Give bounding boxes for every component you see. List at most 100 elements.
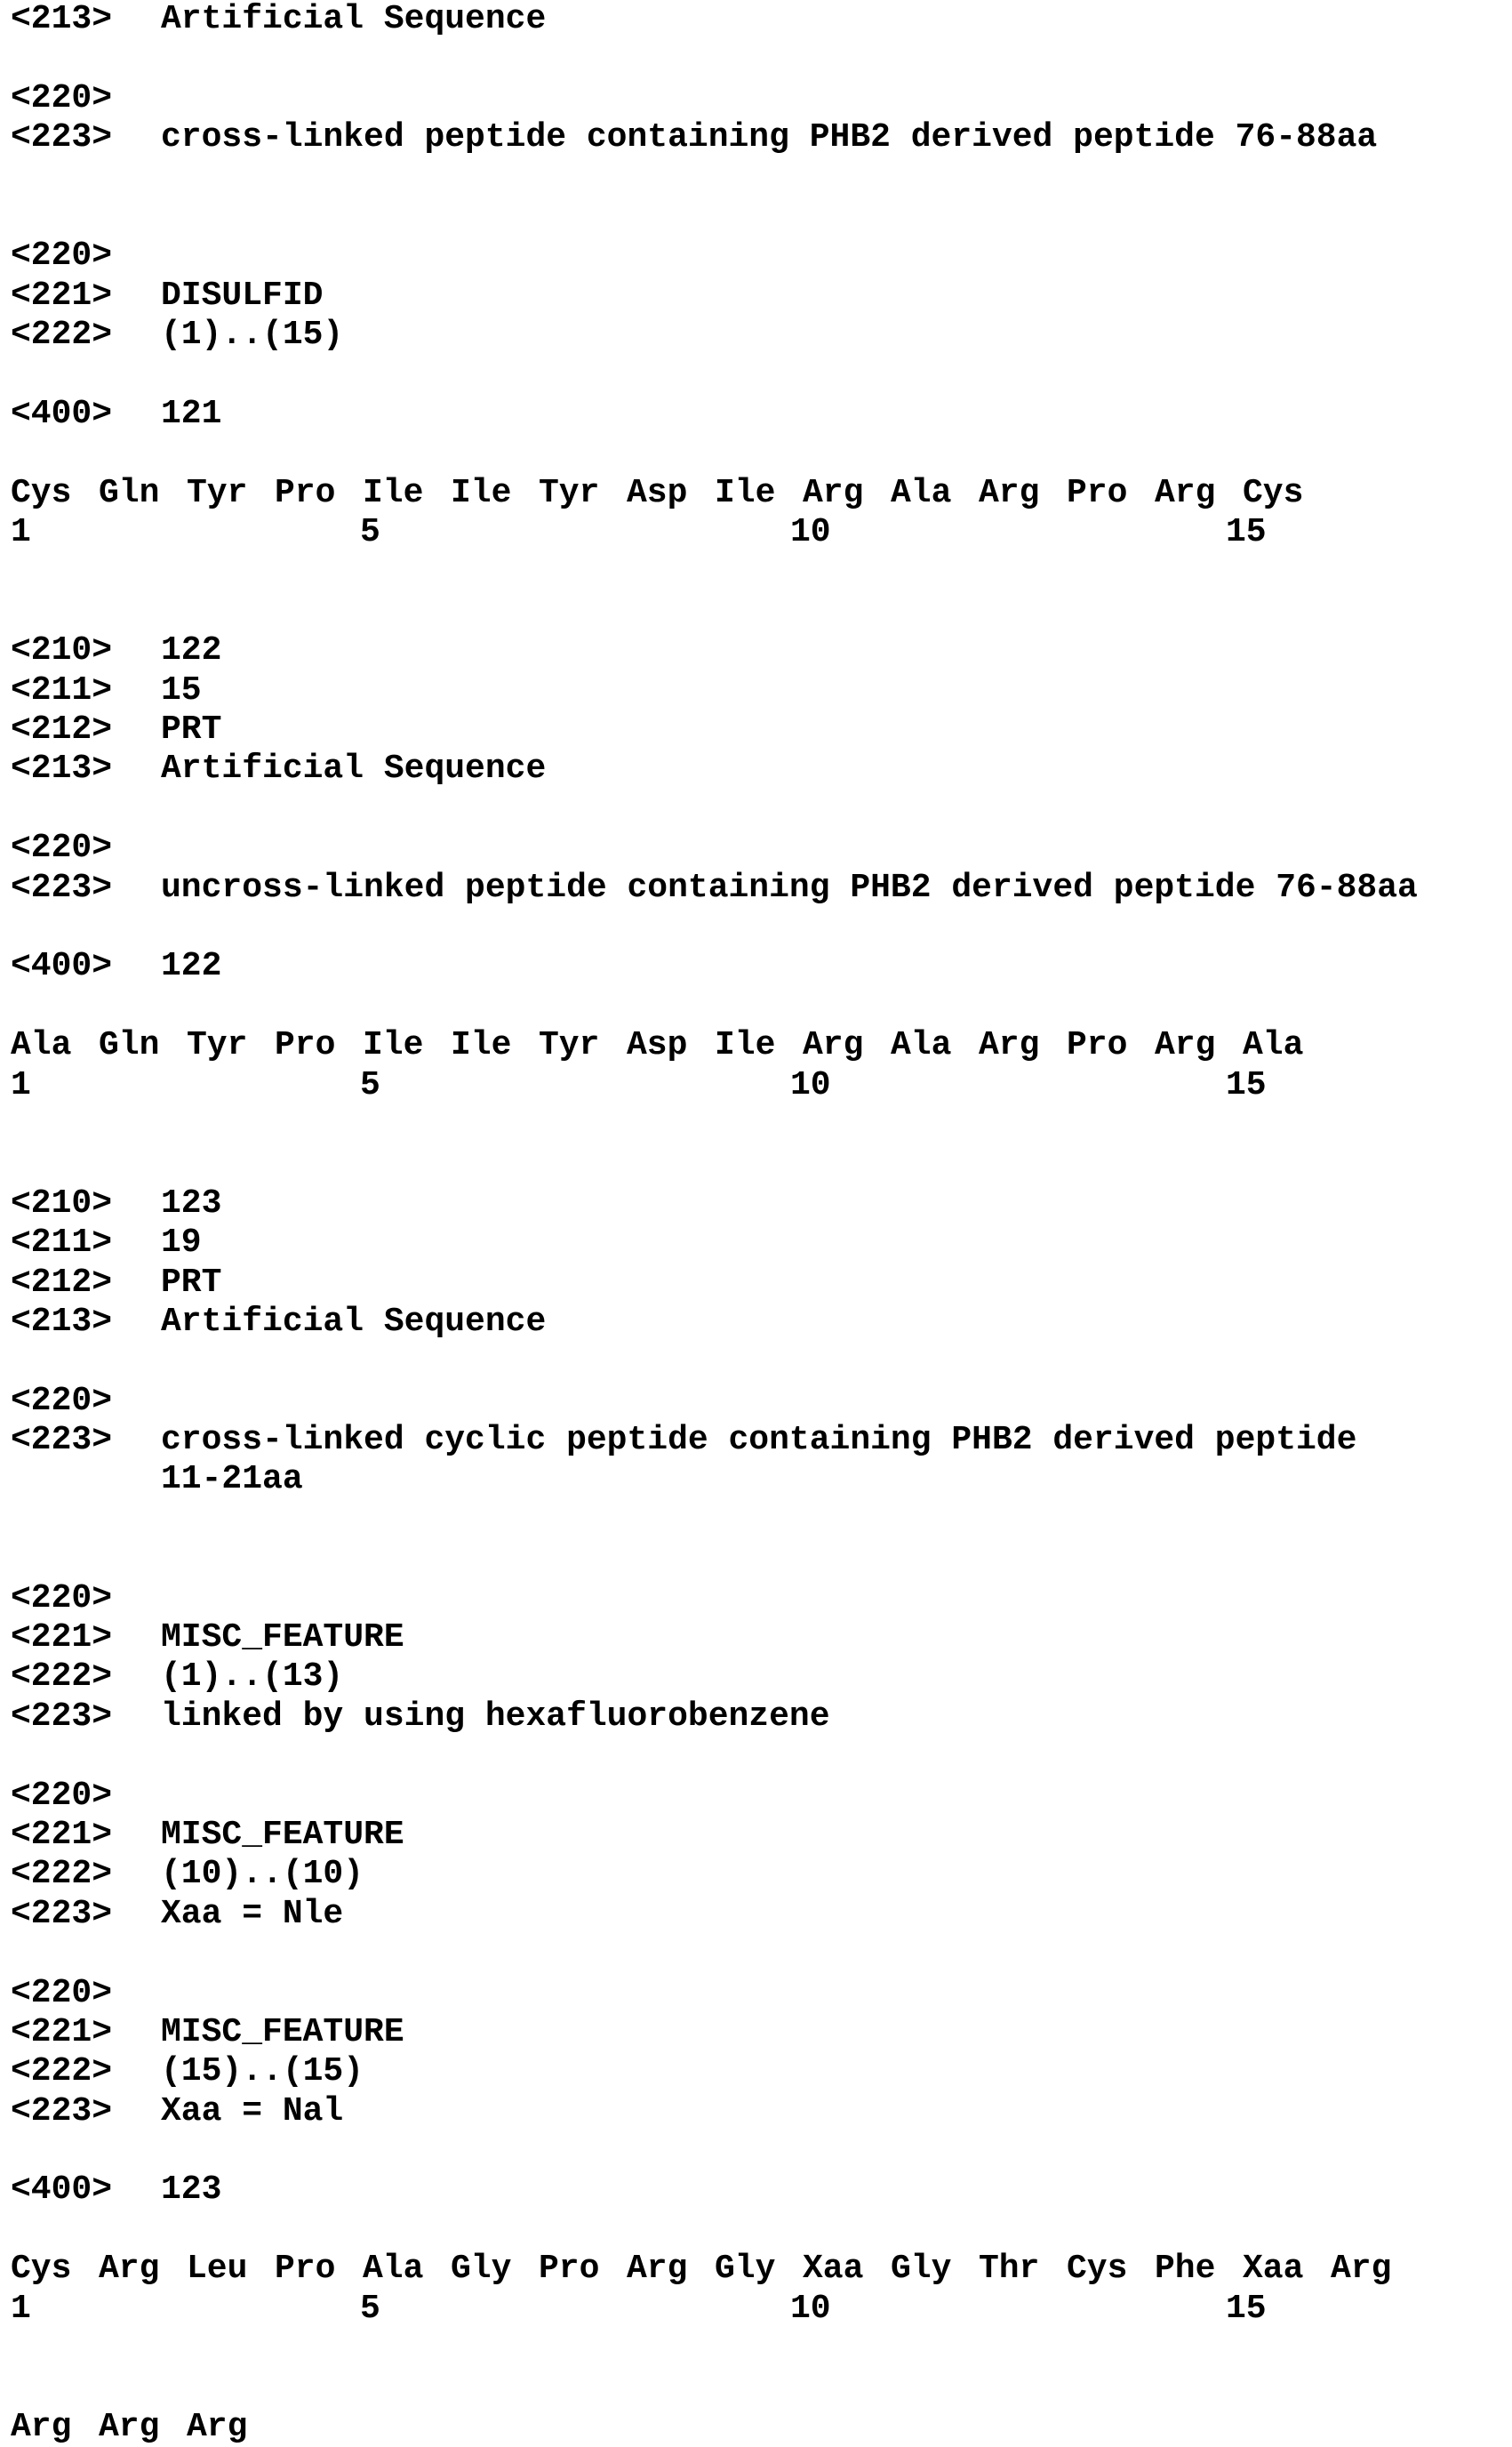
blank-line <box>11 1144 1504 1183</box>
residue: Xaa <box>803 2250 891 2289</box>
field-line: <220> <box>11 237 1504 276</box>
blank-line <box>11 158 1504 197</box>
field-line: <211>19 <box>11 1224 1504 1263</box>
residue: Asp <box>627 1026 715 1065</box>
field-value: MISC_FEATURE <box>161 1618 404 1657</box>
residue: Ile <box>363 1026 451 1065</box>
field-line: <213>Artificial Sequence <box>11 1303 1504 1342</box>
field-tag: <223> <box>11 118 112 157</box>
field-tag: <211> <box>11 671 112 710</box>
field-line: <222>(1)..(15) <box>11 316 1504 355</box>
field-value: (10)..(10) <box>161 1855 364 1894</box>
residue: Gly <box>715 2250 803 2289</box>
field-tag: <222> <box>11 1657 112 1697</box>
field-value: PRT <box>161 710 221 750</box>
field-line: <222> (10)..(10) <box>11 1855 1504 1894</box>
residue: Tyr <box>187 1026 275 1065</box>
field-line: <400> 122 <box>11 947 1504 986</box>
residue: Xaa <box>1243 2250 1331 2289</box>
field-tag: <213> <box>11 750 112 789</box>
residue: Ile <box>451 474 539 513</box>
sequence-line: AlaGlnTyrProIleIleTyrAspIleArgAlaArgProA… <box>11 1026 1504 1065</box>
field-line: <210>122 <box>11 631 1504 670</box>
residue: Arg <box>187 2408 275 2447</box>
field-tag: <223> <box>11 869 112 908</box>
field-line: <223> Xaa = Nle <box>11 1895 1504 1934</box>
field-value: Artificial Sequence <box>161 750 546 789</box>
sequence-line: CysGlnTyrProIleIleTyrAspIleArgAlaArgProA… <box>11 474 1504 513</box>
field-line: <213> Artificial Sequence <box>11 750 1504 789</box>
blank-line <box>11 1539 1504 1578</box>
field-value: 122 <box>161 631 221 670</box>
residue-number: 10 <box>790 513 831 552</box>
field-value: cross-linked cyclic peptide containing P… <box>161 1421 1356 1460</box>
blank-line <box>11 908 1504 947</box>
field-value: 122 <box>161 947 221 986</box>
field-tag: <221> <box>11 1618 112 1657</box>
residue: Ala <box>1243 1026 1331 1065</box>
blank-line <box>11 1737 1504 1776</box>
residue: Pro <box>275 1026 363 1065</box>
residue: Arg <box>1155 1026 1243 1065</box>
residue-number: 15 <box>1226 513 1267 552</box>
field-value: cross-linked peptide containing PHB2 der… <box>161 118 1377 157</box>
field-tag: <400> <box>11 2170 112 2210</box>
field-line: <400> 123 <box>11 2170 1504 2210</box>
field-value: (1)..(15) <box>161 316 343 355</box>
field-line: <211>15 <box>11 671 1504 710</box>
residue: Arg <box>979 1026 1067 1065</box>
residue: Arg <box>99 2250 187 2289</box>
residue: Gln <box>99 1026 187 1065</box>
field-tag: <223> <box>11 1895 112 1934</box>
field-line: <223>linked by using hexafluorobenzene <box>11 1697 1504 1737</box>
field-line: <223>Xaa = Nal <box>11 2092 1504 2131</box>
residue: Pro <box>275 2250 363 2289</box>
residue: Cys <box>11 474 99 513</box>
residue: Ala <box>891 1026 979 1065</box>
residue: Cys <box>1067 2250 1155 2289</box>
residue-number: 15 <box>1226 1066 1267 1105</box>
field-line: <221> MISC_FEATURE <box>11 1618 1504 1657</box>
field-line: <223> uncross-linked peptide containing P… <box>11 869 1504 908</box>
field-tag: <222> <box>11 1855 112 1894</box>
field-value: (1)..(13) <box>161 1657 343 1697</box>
residue: Arg <box>627 2250 715 2289</box>
field-line: <221> DISULFID <box>11 277 1504 316</box>
field-tag: <223> <box>11 1697 112 1737</box>
field-value: Xaa = Nal <box>161 2092 343 2131</box>
field-tag: <221> <box>11 277 112 316</box>
field-tag: <400> <box>11 395 112 434</box>
blank-line <box>11 987 1504 1026</box>
residue: Tyr <box>187 474 275 513</box>
sequence-residues: ArgArgArg <box>11 2408 275 2447</box>
field-tag: <400> <box>11 947 112 986</box>
field-line: <223> cross-linked peptide containing PHB… <box>11 118 1504 157</box>
residue: Ile <box>715 1026 803 1065</box>
residue: Tyr <box>539 1026 627 1065</box>
blank-line <box>11 197 1504 237</box>
residue: Cys <box>11 2250 99 2289</box>
residue-number: 1 <box>11 2290 31 2329</box>
field-tag: <220> <box>11 237 112 276</box>
field-tag: <212> <box>11 710 112 750</box>
field-value: Xaa = Nle <box>161 1895 343 1934</box>
field-line: <220> <box>11 1382 1504 1421</box>
field-value: 123 <box>161 2170 221 2210</box>
field-continuation: 11-21aa <box>161 1460 303 1499</box>
residue: Arg <box>803 1026 891 1065</box>
blank-line <box>11 2329 1504 2368</box>
field-line: <223>cross-linked cyclic peptide contain… <box>11 1421 1504 1460</box>
blank-line <box>11 1500 1504 1539</box>
field-value: DISULFID <box>161 277 323 316</box>
field-line: <220> <box>11 1777 1504 1816</box>
residue: Gly <box>891 2250 979 2289</box>
blank-line <box>11 434 1504 473</box>
residue: Leu <box>187 2250 275 2289</box>
field-value: uncross-linked peptide containing PHB2 d… <box>161 869 1418 908</box>
blank-line <box>11 1105 1504 1144</box>
field-tag: <220> <box>11 1382 112 1421</box>
sequence-residues: CysArgLeuProAlaGlyProArgGlyXaaGlyThrCysP… <box>11 2250 1419 2289</box>
field-value: 121 <box>161 395 221 434</box>
sequence-line: ArgArgArg <box>11 2408 1504 2447</box>
residue: Ile <box>363 474 451 513</box>
